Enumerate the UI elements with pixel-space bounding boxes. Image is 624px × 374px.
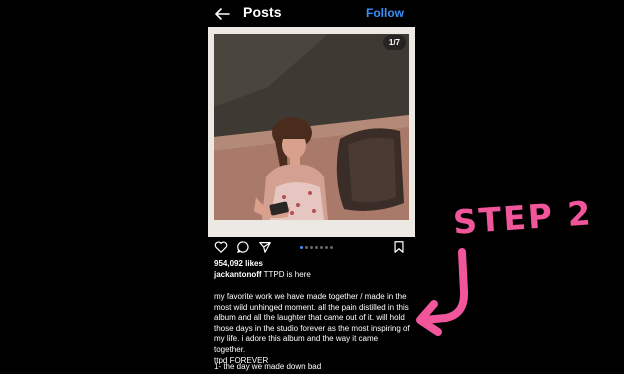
heart-icon[interactable] (214, 240, 228, 254)
caption-line: my favorite work we have made together /… (214, 292, 407, 301)
top-bar: Posts Follow (200, 0, 418, 28)
post-photo[interactable]: 1/7 (208, 27, 415, 237)
carousel-counter: 1/7 (382, 35, 406, 50)
follow-button[interactable]: Follow (366, 6, 404, 20)
send-icon[interactable] (258, 240, 272, 254)
carousel-dot (330, 246, 333, 249)
caption-line: my life. i adore this album and the way … (214, 334, 379, 354)
caption-header: jackantonoff TTPD is here (214, 270, 311, 279)
caption-track-line: 1- the day we made down bad (214, 362, 322, 371)
annotation-arrow-icon (416, 248, 469, 336)
likes-count[interactable]: 954,092 likes (214, 259, 263, 268)
bookmark-icon[interactable] (392, 240, 406, 254)
carousel-dot (310, 246, 313, 249)
carousel-dot (300, 246, 303, 249)
caption-first-line: TTPD is here (261, 270, 311, 279)
carousel-dot (315, 246, 318, 249)
comment-icon[interactable] (236, 240, 250, 254)
caption-body: my favorite work we have made together /… (214, 292, 410, 366)
post-actions (200, 238, 418, 256)
step-annotation-label: STEP 2 (451, 193, 594, 242)
back-arrow-icon[interactable] (214, 6, 230, 22)
carousel-dot (305, 246, 308, 249)
carousel-dots (300, 246, 333, 250)
page-title: Posts (243, 4, 282, 20)
caption-line: those days in the studio forever as the … (214, 323, 410, 333)
caption-line: album and all the laughter that came out… (214, 313, 405, 323)
carousel-dot (320, 246, 323, 249)
carousel-dot (325, 246, 328, 249)
caption-line: most wild unhinged moment. all the pain … (214, 302, 409, 312)
phone-screen: Posts Follow 1/7 954,092 likes jackanton… (200, 0, 418, 374)
polaroid-image (208, 27, 415, 237)
username-link[interactable]: jackantonoff (214, 270, 262, 279)
